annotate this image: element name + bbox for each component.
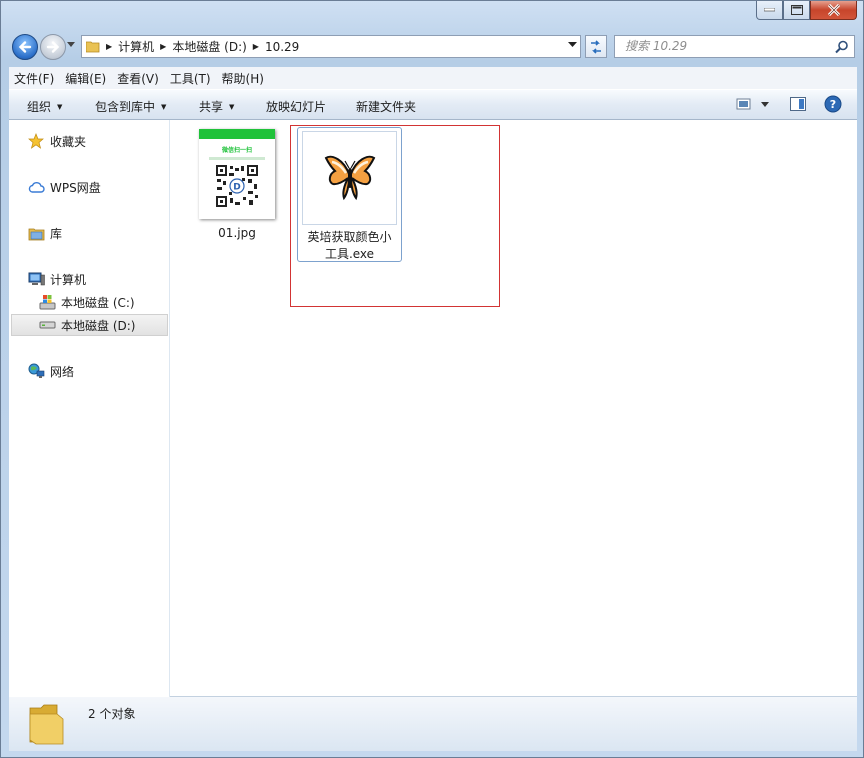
slideshow-label: 放映幻灯片 bbox=[266, 100, 327, 114]
breadcrumb-separator-icon[interactable]: ▶ bbox=[106, 42, 112, 51]
status-bar: 2 个对象 bbox=[9, 697, 857, 751]
explorer-window: ▶ 计算机 ▶ 本地磁盘 (D:) ▶ 10.29 文件(F) 编辑(E) 查看… bbox=[0, 0, 864, 758]
computer-icon bbox=[27, 271, 45, 287]
forward-arrow-icon bbox=[46, 41, 60, 53]
minimize-button[interactable] bbox=[756, 1, 783, 20]
back-arrow-icon bbox=[18, 41, 32, 53]
status-text: 2 个对象 bbox=[88, 707, 136, 721]
file-name-line2: 工具.exe bbox=[324, 247, 375, 261]
include-library-label: 包含到库中 bbox=[95, 100, 156, 114]
sidebar-item-network[interactable]: 网络 bbox=[11, 360, 168, 382]
drive-icon bbox=[38, 317, 56, 333]
breadcrumb: ▶ 计算机 ▶ 本地磁盘 (D:) ▶ 10.29 bbox=[100, 38, 299, 55]
thumbnail-header: 微信扫一扫 bbox=[221, 147, 252, 154]
share-button[interactable]: 共享 ▼ bbox=[199, 98, 234, 115]
file-list: 微信扫一扫 D 01.jpg 英培获取颜色小 工具.exe bbox=[170, 120, 857, 697]
organize-button[interactable]: 组织 ▼ bbox=[27, 98, 62, 115]
search-input[interactable] bbox=[625, 39, 825, 53]
file-item-exe[interactable]: 英培获取颜色小 工具.exe bbox=[297, 127, 402, 262]
title-bar bbox=[1, 1, 863, 31]
new-folder-button[interactable]: 新建文件夹 bbox=[356, 98, 416, 115]
menu-file[interactable]: 文件(F) bbox=[9, 70, 59, 87]
sidebar-item-label: 计算机 bbox=[50, 272, 87, 287]
qr-code-icon: D bbox=[215, 164, 259, 208]
sidebar-item-label: 库 bbox=[50, 226, 63, 241]
file-name-line1: 英培获取颜色小 bbox=[307, 230, 392, 244]
slideshow-button[interactable]: 放映幻灯片 bbox=[266, 98, 326, 115]
sidebar-item-favorites[interactable]: 收藏夹 bbox=[11, 130, 168, 152]
sidebar-item-wps-cloud[interactable]: WPS网盘 bbox=[11, 176, 168, 198]
butterfly-graphic bbox=[324, 155, 375, 201]
organize-label: 组织 bbox=[27, 100, 52, 114]
search-box[interactable] bbox=[614, 35, 855, 58]
folder-small-icon bbox=[86, 41, 100, 53]
cloud-icon bbox=[27, 179, 45, 195]
chevron-down-icon: ▼ bbox=[229, 102, 235, 111]
breadcrumb-drive-d[interactable]: 本地磁盘 (D:) bbox=[172, 38, 246, 55]
sidebar-item-label: 本地磁盘 (D:) bbox=[61, 318, 136, 333]
maximize-button[interactable] bbox=[783, 1, 810, 20]
help-icon: ? bbox=[824, 95, 842, 113]
folder-large-icon bbox=[29, 704, 64, 745]
sidebar-item-drive-c[interactable]: 本地磁盘 (C:) bbox=[11, 291, 168, 313]
menu-bar: 文件(F) 编辑(E) 查看(V) 工具(T) 帮助(H) bbox=[9, 67, 857, 89]
system-drive-icon bbox=[38, 294, 56, 310]
breadcrumb-computer[interactable]: 计算机 bbox=[118, 38, 154, 55]
svg-text:D: D bbox=[233, 183, 240, 193]
menu-help[interactable]: 帮助(H) bbox=[217, 70, 269, 87]
new-folder-label: 新建文件夹 bbox=[356, 100, 417, 114]
view-options-icon bbox=[736, 98, 769, 110]
sidebar-item-label: WPS网盘 bbox=[50, 180, 101, 195]
sidebar-item-label: 收藏夹 bbox=[50, 134, 87, 149]
sidebar-item-libraries[interactable]: 库 bbox=[11, 222, 168, 244]
breadcrumb-separator-icon[interactable]: ▶ bbox=[160, 42, 166, 51]
preview-pane-button[interactable] bbox=[789, 95, 807, 116]
menu-view[interactable]: 查看(V) bbox=[112, 70, 164, 87]
forward-button[interactable] bbox=[40, 34, 66, 60]
address-bar[interactable]: ▶ 计算机 ▶ 本地磁盘 (D:) ▶ 10.29 bbox=[81, 35, 581, 58]
breadcrumb-folder[interactable]: 10.29 bbox=[265, 40, 299, 54]
maximize-icon bbox=[790, 5, 803, 15]
refresh-button[interactable] bbox=[585, 35, 607, 58]
file-name: 01.jpg bbox=[218, 226, 256, 240]
chevron-down-icon: ▼ bbox=[161, 102, 167, 111]
command-bar: 组织 ▼ 包含到库中 ▼ 共享 ▼ 放映幻灯片 新建文件夹 ? bbox=[9, 89, 857, 120]
network-icon bbox=[27, 363, 45, 379]
close-icon bbox=[827, 4, 840, 16]
file-name: 英培获取颜色小 工具.exe bbox=[298, 229, 401, 263]
svg-text:?: ? bbox=[830, 98, 836, 111]
preview-pane-icon bbox=[790, 97, 806, 111]
minimize-icon bbox=[764, 8, 775, 12]
refresh-icon bbox=[591, 39, 601, 54]
menu-tools[interactable]: 工具(T) bbox=[165, 70, 216, 87]
help-button[interactable]: ? bbox=[824, 95, 842, 116]
star-icon bbox=[27, 133, 45, 149]
recent-pages-chevron-icon[interactable] bbox=[67, 42, 75, 47]
butterfly-icon bbox=[302, 131, 397, 225]
library-icon bbox=[27, 225, 45, 241]
content-area: 收藏夹 WPS网盘 库 计算机 本地磁盘 (C:) 本地磁盘 (D:) 网络 微… bbox=[9, 120, 857, 697]
navigation-row: ▶ 计算机 ▶ 本地磁盘 (D:) ▶ 10.29 bbox=[9, 33, 855, 61]
close-button[interactable] bbox=[810, 1, 857, 20]
change-view-button[interactable] bbox=[736, 95, 770, 116]
sidebar-item-label: 网络 bbox=[50, 364, 75, 379]
chevron-down-icon: ▼ bbox=[57, 102, 63, 111]
caption-buttons bbox=[756, 1, 857, 20]
include-in-library-button[interactable]: 包含到库中 ▼ bbox=[95, 98, 166, 115]
navigation-pane: 收藏夹 WPS网盘 库 计算机 本地磁盘 (C:) 本地磁盘 (D:) 网络 bbox=[9, 120, 170, 697]
search-icon[interactable] bbox=[835, 40, 849, 54]
file-item-image[interactable]: 微信扫一扫 D 01.jpg bbox=[191, 126, 283, 246]
breadcrumb-separator-icon[interactable]: ▶ bbox=[253, 42, 259, 51]
qr-thumbnail-icon: 微信扫一扫 D bbox=[199, 129, 275, 219]
address-history-chevron-icon[interactable] bbox=[568, 42, 577, 48]
sidebar-item-drive-d[interactable]: 本地磁盘 (D:) bbox=[11, 314, 168, 336]
sidebar-item-computer[interactable]: 计算机 bbox=[11, 268, 168, 290]
menu-edit[interactable]: 编辑(E) bbox=[60, 70, 111, 87]
sidebar-item-label: 本地磁盘 (C:) bbox=[61, 295, 135, 310]
back-button[interactable] bbox=[12, 34, 38, 60]
share-label: 共享 bbox=[199, 100, 224, 114]
